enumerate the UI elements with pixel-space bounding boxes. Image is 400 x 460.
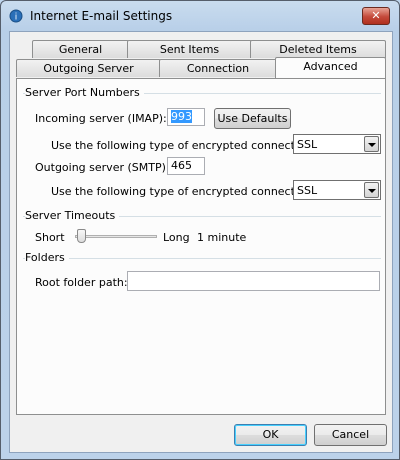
- folders-section-label: Folders: [25, 251, 69, 264]
- timeout-slider-track[interactable]: [75, 235, 157, 238]
- chevron-down-icon[interactable]: [364, 136, 379, 152]
- outgoing-encryption-value: SSL: [297, 184, 318, 197]
- incoming-encryption-select[interactable]: SSL: [293, 134, 381, 154]
- root-folder-input[interactable]: [127, 271, 380, 291]
- timeout-slider-thumb[interactable]: [77, 229, 86, 243]
- advanced-panel: Server Port Numbers Incoming server (IMA…: [16, 78, 386, 415]
- ports-section-label: Server Port Numbers: [25, 86, 144, 99]
- incoming-port-value: 993: [171, 110, 192, 123]
- close-button[interactable]: ✕: [362, 7, 390, 25]
- outgoing-encryption-label: Use the following type of encrypted conn…: [51, 185, 316, 198]
- tab-outgoing-server[interactable]: Outgoing Server: [16, 59, 161, 77]
- use-defaults-button[interactable]: Use Defaults: [214, 108, 291, 129]
- incoming-port-input[interactable]: 993: [167, 108, 205, 126]
- outgoing-encryption-select[interactable]: SSL: [293, 180, 381, 200]
- ok-button[interactable]: OK: [234, 424, 307, 446]
- window-title: Internet E-mail Settings: [30, 9, 173, 23]
- dialog-client: General Sent Items Deleted Items Outgoin…: [9, 31, 393, 453]
- timeout-long-label: Long: [163, 231, 190, 244]
- incoming-encryption-value: SSL: [297, 138, 318, 151]
- tab-deleted-items[interactable]: Deleted Items: [250, 40, 386, 58]
- outlook-icon: i: [9, 9, 23, 23]
- title-bar[interactable]: i Internet E-mail Settings ✕: [1, 1, 399, 31]
- tab-advanced[interactable]: Advanced: [275, 57, 386, 78]
- tab-connection[interactable]: Connection: [159, 59, 277, 77]
- outgoing-server-label: Outgoing server (SMTP):: [35, 161, 170, 174]
- timeout-short-label: Short: [35, 231, 65, 244]
- tab-sent-items[interactable]: Sent Items: [127, 40, 252, 58]
- incoming-server-label: Incoming server (IMAP):: [35, 112, 167, 125]
- svg-text:i: i: [15, 13, 18, 23]
- cancel-button[interactable]: Cancel: [314, 424, 387, 446]
- tab-general[interactable]: General: [32, 40, 129, 58]
- chevron-down-icon[interactable]: [364, 182, 379, 198]
- root-folder-label: Root folder path:: [35, 276, 128, 289]
- dialog-window: i Internet E-mail Settings ✕ General Sen…: [0, 0, 400, 460]
- timeout-value-label: 1 minute: [197, 231, 247, 244]
- folders-divider: [23, 258, 381, 259]
- incoming-encryption-label: Use the following type of encrypted conn…: [51, 139, 316, 152]
- timeouts-section-label: Server Timeouts: [25, 209, 120, 222]
- outgoing-port-input[interactable]: 465: [167, 157, 205, 175]
